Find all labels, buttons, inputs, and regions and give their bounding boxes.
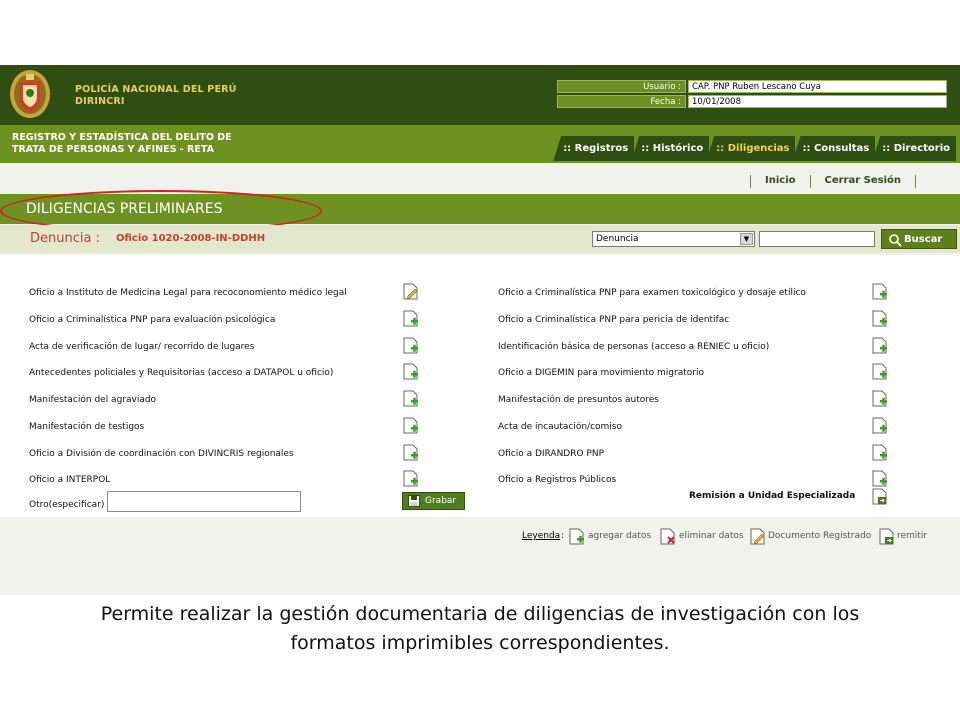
left-item: Oficio a INTERPOL: [29, 475, 111, 485]
user-label: Usuario :: [557, 80, 686, 93]
cerrar-sesion-link[interactable]: Cerrar Sesión: [825, 175, 902, 188]
divider: [750, 175, 751, 188]
date-value: 10/01/2008: [688, 95, 947, 108]
header-bar: POLICÍA NACIONAL DEL PERÚ DIRINCRI Usuar…: [0, 65, 960, 125]
legend-delete: eliminar datos: [679, 531, 744, 541]
inicio-link[interactable]: Inicio: [765, 175, 796, 188]
add-doc-icon: [569, 528, 584, 545]
add-doc-icon[interactable]: [872, 310, 888, 327]
search-button-label: Buscar: [904, 234, 943, 245]
left-item: Acta de verificación de lugar/ recorrido…: [29, 342, 255, 352]
remision-label: Remisión a Unidad Especializada: [689, 491, 856, 501]
search-input[interactable]: [759, 231, 875, 247]
chevron-down-icon[interactable]: ▼: [740, 233, 753, 245]
slide-caption: Permite realizar la gestión documentaria…: [0, 600, 960, 658]
search-button[interactable]: Buscar: [881, 229, 957, 249]
right-item: Oficio a Criminalística PNP para pericia…: [498, 315, 730, 325]
add-doc-icon[interactable]: [872, 417, 888, 434]
right-item: Oficio a Criminalística PNP para examen …: [498, 288, 806, 298]
left-item: Oficio a División de coordinación con DI…: [29, 449, 294, 459]
legend-colon: :: [561, 531, 565, 541]
denuncia-label: Denuncia :: [30, 231, 100, 246]
main-nav: :: Registros :: Histórico :: Diligencias…: [553, 136, 956, 161]
add-doc-icon[interactable]: [403, 363, 419, 380]
system-line-2: TRATA DE PERSONAS Y AFINES - RETA: [12, 144, 214, 155]
left-item: Manifestación del agraviado: [29, 395, 157, 405]
tab-consultas[interactable]: :: Consultas: [792, 136, 876, 161]
otro-label: Otro(especificar): [29, 500, 105, 510]
system-bar: REGISTRO Y ESTADÍSTICA DEL DELITO DE TRA…: [0, 125, 960, 163]
add-doc-icon[interactable]: [872, 470, 888, 487]
caption-line-2: formatos imprimibles correspondientes.: [290, 632, 670, 654]
date-field: Fecha : 10/01/2008: [557, 95, 947, 108]
app-window: POLICÍA NACIONAL DEL PERÚ DIRINCRI Usuar…: [0, 65, 960, 595]
top-links-bar: Inicio Cerrar Sesión: [0, 163, 960, 193]
legend-title: Leyenda: [522, 531, 561, 541]
grabar-button[interactable]: Grabar: [402, 492, 465, 510]
date-label: Fecha :: [557, 95, 686, 108]
divider: [915, 175, 916, 188]
right-item: Oficio a DIRANDRO PNP: [498, 449, 605, 459]
denuncia-value: Oficio 1020-2008-IN-DDHH: [116, 233, 266, 244]
left-item: Manifestación de testigos: [29, 422, 145, 432]
right-item: Identificación básica de personas (acces…: [498, 342, 770, 352]
divider: [809, 175, 811, 188]
user-value: CAP. PNP Ruben Lescano Cuya: [688, 80, 947, 93]
org-line-1: POLICÍA NACIONAL DEL PERÚ: [75, 84, 237, 95]
right-item: Acta de incautación/comiso: [498, 422, 622, 432]
add-doc-icon[interactable]: [872, 390, 888, 407]
right-item: Oficio a DIGEMIN para movimiento migrato…: [498, 368, 704, 378]
legend-add: agregar datos: [588, 531, 652, 541]
diligencias-list: Otro(especificar) Grabar Remisión a Unid…: [0, 255, 960, 517]
select-value: Denuncia: [596, 234, 639, 244]
left-item: Antecedentes policiales y Requisitorias …: [29, 368, 334, 378]
remit-icon: [879, 528, 894, 545]
delete-doc-icon: [660, 528, 675, 545]
add-doc-icon[interactable]: [872, 337, 888, 354]
remit-icon[interactable]: [872, 488, 888, 505]
legend: Leyenda : agregar datos eliminar datos D…: [0, 523, 960, 553]
add-doc-icon[interactable]: [872, 363, 888, 380]
add-doc-icon[interactable]: [403, 337, 419, 354]
add-doc-icon[interactable]: [403, 417, 419, 434]
add-doc-icon[interactable]: [872, 283, 888, 300]
top-links: Inicio Cerrar Sesión: [736, 175, 930, 188]
tab-registros[interactable]: :: Registros: [553, 136, 635, 161]
otro-input[interactable]: [107, 491, 301, 512]
tab-diligencias[interactable]: :: Diligencias: [706, 136, 796, 161]
denuncia-bar: Denuncia : Oficio 1020-2008-IN-DDHH Denu…: [0, 225, 960, 253]
add-doc-icon[interactable]: [872, 444, 888, 461]
add-doc-icon[interactable]: [403, 390, 419, 407]
search-icon: [889, 234, 902, 247]
user-field: Usuario : CAP. PNP Ruben Lescano Cuya: [557, 80, 947, 93]
system-name: REGISTRO Y ESTADÍSTICA DEL DELITO DE TRA…: [12, 132, 232, 156]
right-item: Manifestación de presuntos autores: [498, 395, 659, 405]
tab-historico[interactable]: :: Histórico: [631, 136, 710, 161]
save-disk-icon: [408, 495, 420, 507]
legend-send: remitir: [897, 531, 928, 541]
search-type-select[interactable]: Denuncia ▼: [592, 231, 755, 247]
caption-line-1: Permite realizar la gestión documentaria…: [100, 603, 860, 625]
grabar-label: Grabar: [425, 496, 457, 506]
system-line-1: REGISTRO Y ESTADÍSTICA DEL DELITO DE: [12, 132, 232, 143]
left-item: Oficio a Criminalística PNP para evaluac…: [29, 315, 276, 325]
police-shield-logo: [10, 70, 50, 118]
add-doc-icon[interactable]: [403, 470, 419, 487]
left-item: Oficio a Instituto de Medicina Legal par…: [29, 288, 347, 298]
edit-doc-icon[interactable]: [403, 283, 419, 300]
right-item: Oficio a Registros Públicos: [498, 475, 617, 485]
organization-name: POLICÍA NACIONAL DEL PERÚ DIRINCRI: [75, 84, 237, 108]
add-doc-icon[interactable]: [403, 444, 419, 461]
tab-directorio[interactable]: :: Directorio: [872, 136, 956, 161]
legend-registered: Documento Registrado: [768, 531, 872, 541]
add-doc-icon[interactable]: [403, 310, 419, 327]
org-line-2: DIRINCRI: [75, 96, 125, 107]
registered-doc-icon: [750, 528, 765, 545]
